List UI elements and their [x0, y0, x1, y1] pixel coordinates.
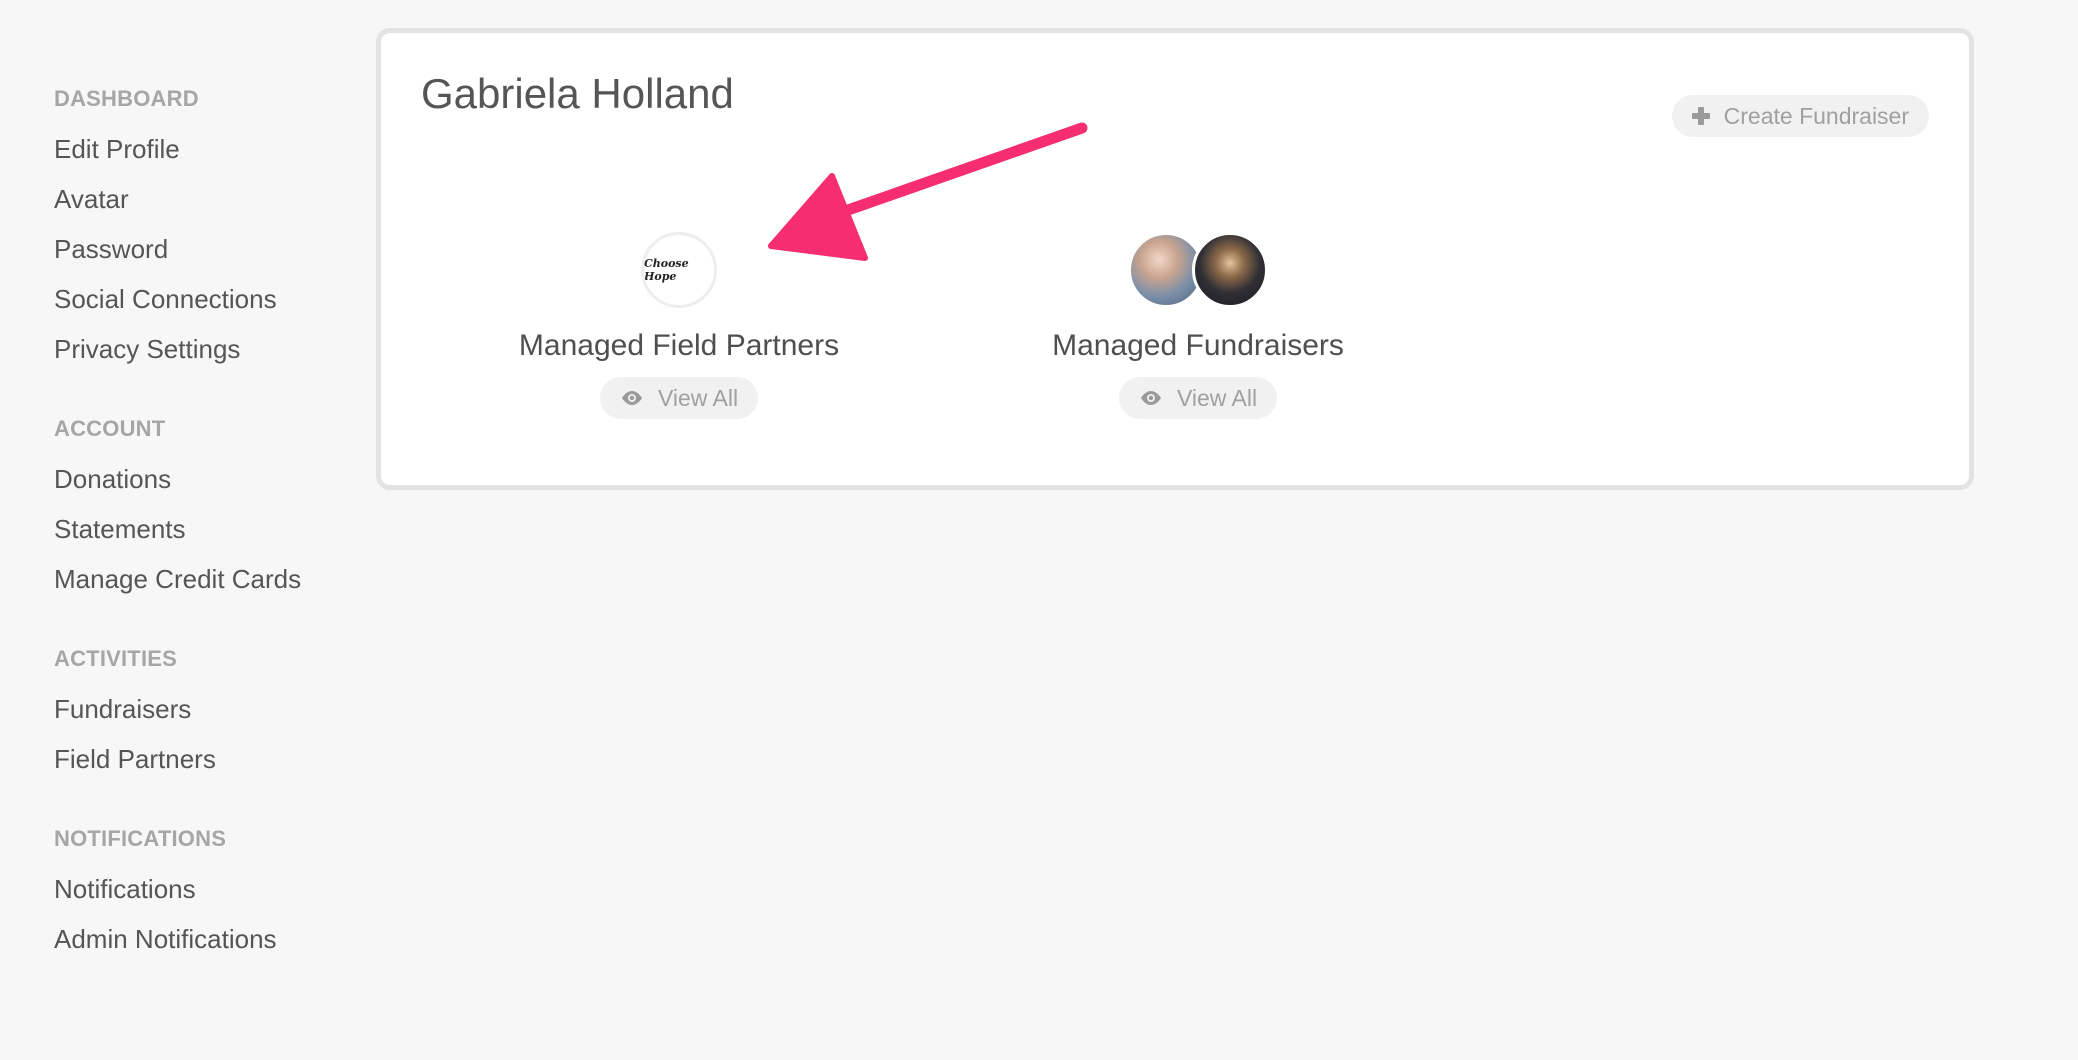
fundraiser-photo-avatar[interactable] — [1192, 232, 1268, 308]
nav-item-password[interactable]: Password — [54, 224, 354, 274]
nav-item-donations[interactable]: Donations — [54, 454, 354, 504]
view-all-fundraisers-button[interactable]: View All — [1118, 377, 1278, 419]
eye-icon — [1140, 391, 1161, 405]
profile-card: Gabriela Holland Create Fundraiser Choos… — [376, 28, 1974, 490]
create-fundraiser-button[interactable]: Create Fundraiser — [1671, 95, 1929, 137]
nav-item-privacy-settings[interactable]: Privacy Settings — [54, 324, 354, 374]
managed-field-partners-label: Managed Field Partners — [518, 329, 840, 362]
nav-section-notifications: NOTIFICATIONS Notifications Admin Notifi… — [54, 824, 354, 964]
nav-section-activities: ACTIVITIES Fundraisers Field Partners — [54, 644, 354, 784]
nav-heading-dashboard: DASHBOARD — [54, 86, 199, 111]
sidebar: DASHBOARD Edit Profile Avatar Password S… — [54, 84, 354, 1004]
nav-item-notifications[interactable]: Notifications — [54, 864, 354, 914]
nav-item-edit-profile[interactable]: Edit Profile — [54, 124, 354, 174]
nav-item-admin-notifications[interactable]: Admin Notifications — [54, 914, 354, 964]
nav-item-manage-credit-cards[interactable]: Manage Credit Cards — [54, 554, 354, 604]
managed-fundraisers-tile: Managed Fundraisers View All — [1018, 229, 1378, 419]
plus-icon — [1691, 107, 1710, 125]
nav-item-field-partners[interactable]: Field Partners — [54, 734, 354, 784]
nav-item-avatar[interactable]: Avatar — [54, 174, 354, 224]
field-partner-avatars: Choose Hope — [641, 229, 717, 311]
nav-item-statements[interactable]: Statements — [54, 504, 354, 554]
nav-heading-account: ACCOUNT — [54, 416, 166, 441]
field-partner-logo-text: Choose Hope — [644, 257, 689, 283]
profile-name: Gabriela Holland — [421, 70, 734, 117]
fundraiser-avatars — [1128, 229, 1268, 311]
nav-heading-notifications: NOTIFICATIONS — [54, 826, 227, 851]
field-partner-logo-avatar[interactable]: Choose Hope — [641, 232, 717, 308]
create-fundraiser-label: Create Fundraiser — [1723, 102, 1909, 129]
managed-field-partners-tile: Choose Hope Managed Field Partners View … — [499, 229, 859, 419]
managed-fundraisers-label: Managed Fundraisers — [1052, 329, 1344, 362]
nav-item-fundraisers[interactable]: Fundraisers — [54, 684, 354, 734]
nav-item-social-connections[interactable]: Social Connections — [54, 274, 354, 324]
eye-icon — [621, 391, 642, 405]
nav-heading-activities: ACTIVITIES — [54, 646, 178, 671]
nav-section-dashboard: DASHBOARD Edit Profile Avatar Password S… — [54, 84, 354, 374]
nav-section-account: ACCOUNT Donations Statements Manage Cred… — [54, 414, 354, 604]
view-all-label: View All — [657, 384, 739, 411]
view-all-field-partners-button[interactable]: View All — [599, 377, 759, 419]
view-all-label: View All — [1176, 384, 1258, 411]
